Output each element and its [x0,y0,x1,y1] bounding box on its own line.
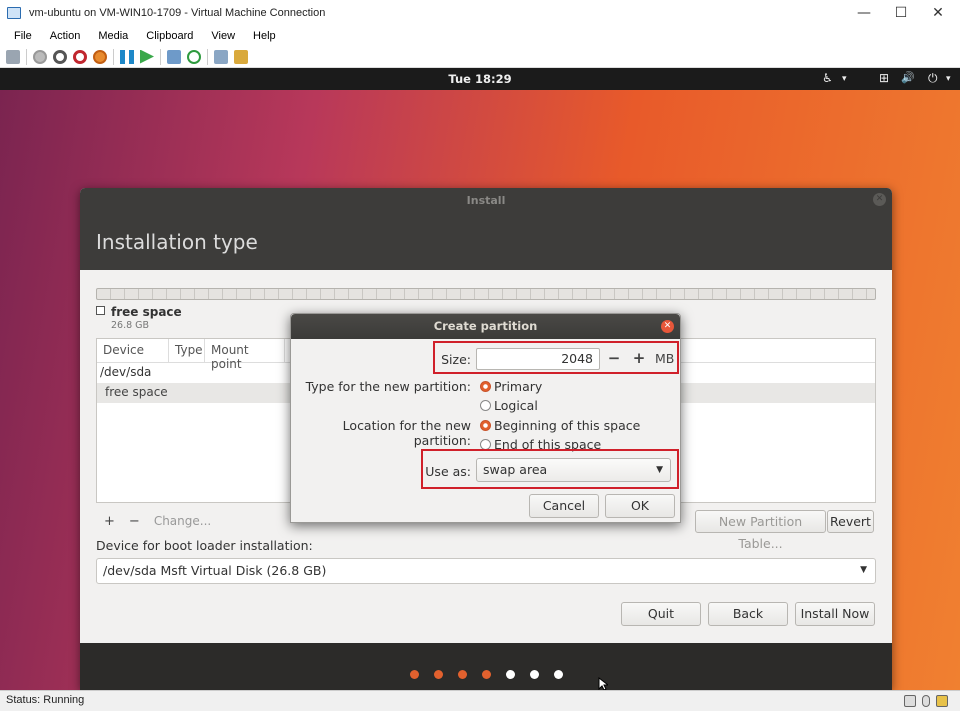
ok-button[interactable]: OK [605,494,675,518]
progress-dot-done [433,670,443,679]
reset-icon[interactable] [140,49,154,64]
checkpoint-icon[interactable] [167,49,181,64]
dialog-close-icon[interactable]: ✕ [661,320,674,333]
column-device[interactable]: Device [97,339,169,362]
share-icon[interactable] [234,49,248,64]
install-now-button[interactable]: Install Now [795,602,875,626]
add-partition-button[interactable]: + [104,514,115,529]
change-partition-button[interactable]: Change... [154,514,211,528]
ctrl-alt-del-icon[interactable] [6,49,20,64]
boot-loader-select[interactable]: /dev/sda Msft Virtual Disk (26.8 GB) ▼ [96,558,876,584]
menu-bar: File Action Media Clipboard View Help [0,26,960,46]
progress-dot-pending [529,670,539,679]
shutdown-icon[interactable] [73,49,87,64]
install-window-title: Install [466,194,506,207]
status-text: Status: Running [6,694,85,706]
revert-button[interactable]: Revert [827,510,874,533]
progress-dot-done [409,670,419,679]
chevron-down-icon[interactable]: ▾ [842,74,847,84]
back-button[interactable]: Back [708,602,788,626]
menu-media[interactable]: Media [92,30,134,42]
radio-logical[interactable] [480,400,491,411]
size-highlight-box [433,341,679,374]
network-icon[interactable]: ⊞ [879,71,889,85]
radio-beginning[interactable] [480,420,491,431]
free-space-size: 26.8 GB [111,320,150,331]
partition-type-label: Type for the new partition: [305,379,471,394]
radio-logical-label[interactable]: Logical [494,398,538,413]
dropdown-arrow-icon: ▼ [860,565,867,575]
new-partition-table-button[interactable]: New Partition Table... [695,510,826,551]
toolbar [0,46,960,68]
free-space-label: free space [111,305,182,319]
remove-partition-button[interactable]: − [129,514,140,529]
use-as-highlight-box [421,449,679,489]
install-close-icon[interactable]: ✕ [873,193,886,206]
boot-loader-value: /dev/sda Msft Virtual Disk (26.8 GB) [103,563,327,578]
progress-dot-pending [553,670,563,679]
column-type[interactable]: Type [169,339,205,362]
pause-icon[interactable] [120,49,134,64]
toolbar-separator [113,48,114,65]
menu-help[interactable]: Help [247,30,282,42]
install-header: Install ✕ Installation type [80,188,892,270]
free-space-swatch [96,306,105,315]
menu-clipboard[interactable]: Clipboard [140,30,199,42]
window-title: vm-ubuntu on VM-WIN10-1709 - Virtual Mac… [29,7,326,19]
cancel-button[interactable]: Cancel [529,494,599,518]
turn-off-icon[interactable] [53,49,67,64]
vm-connection-app-icon [7,7,21,19]
maximize-button[interactable]: ☐ [883,0,919,26]
keyboard-icon [904,695,916,707]
radio-primary-label[interactable]: Primary [494,379,542,394]
partition-bar [96,288,876,300]
enhanced-session-icon[interactable] [214,49,228,64]
toolbar-separator [26,48,27,65]
revert-icon[interactable] [187,49,201,64]
dialog-title: Create partition [291,314,680,339]
progress-dot-done [481,670,491,679]
chevron-down-icon[interactable]: ▾ [946,74,951,84]
ubuntu-top-panel: Tue 18:29 ♿ ▾ ⊞ 🔊 ⏻ ▾ [0,68,960,90]
status-bar: Status: Running [0,690,960,711]
power-icon[interactable]: ⏻ [928,71,938,86]
installer-footer [80,643,892,690]
radio-beginning-label[interactable]: Beginning of this space [494,418,640,433]
mouse-cursor-icon [598,677,608,690]
column-mount-point[interactable]: Mount point [205,339,285,371]
lock-icon [936,695,948,707]
close-button[interactable]: ✕ [920,0,956,26]
page-title: Installation type [96,230,258,254]
menu-action[interactable]: Action [44,30,87,42]
progress-dot-pending [505,670,515,679]
toolbar-separator [207,48,208,65]
mouse-icon [922,695,930,707]
menu-view[interactable]: View [205,30,241,42]
menu-file[interactable]: File [8,30,38,42]
boot-loader-label: Device for boot loader installation: [96,538,313,553]
start-icon[interactable] [33,49,47,64]
progress-dot-done [457,670,467,679]
radio-primary[interactable] [480,381,491,392]
partition-controls: + − Change... [96,510,225,532]
toolbar-separator [160,48,161,65]
save-icon[interactable] [93,49,107,64]
quit-button[interactable]: Quit [621,602,701,626]
vm-connection-titlebar: vm-ubuntu on VM-WIN10-1709 - Virtual Mac… [0,0,960,26]
partition-location-label: Location for the new partition: [342,418,471,448]
panel-clock[interactable]: Tue 18:29 [0,72,960,86]
volume-icon[interactable]: 🔊 [901,71,915,84]
accessibility-icon[interactable]: ♿ [822,71,833,85]
progress-dots [80,670,892,679]
minimize-button[interactable]: — [846,0,882,26]
